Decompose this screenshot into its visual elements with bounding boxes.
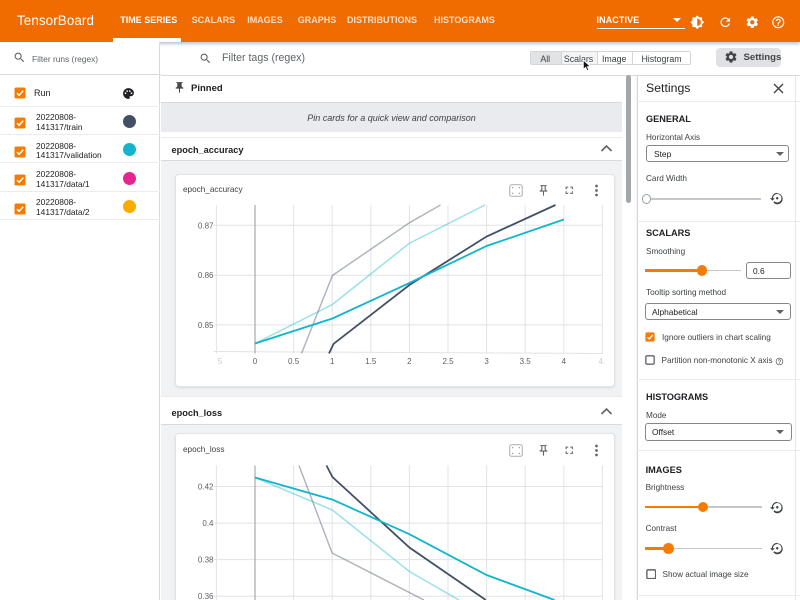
svg-text:0.36: 0.36 [198,592,214,600]
svg-text:1: 1 [330,357,335,366]
svg-text:0.4: 0.4 [202,519,214,528]
svg-text:3.5: 3.5 [520,357,532,366]
svg-text:0.42: 0.42 [198,483,214,492]
svg-text:0.38: 0.38 [198,556,214,565]
svg-text:1.5: 1.5 [365,357,377,366]
svg-text:3: 3 [484,357,489,366]
svg-text:2: 2 [407,357,412,366]
svg-text:0.87: 0.87 [198,221,214,230]
svg-text:0.86: 0.86 [198,271,214,280]
svg-text:4: 4 [562,357,567,366]
svg-text:5: 5 [218,357,223,366]
svg-text:0.5: 0.5 [288,357,300,366]
svg-text:0: 0 [253,357,258,366]
svg-text:0.85: 0.85 [198,321,214,330]
svg-text:2.5: 2.5 [442,357,454,366]
svg-text:4.: 4. [599,357,606,366]
